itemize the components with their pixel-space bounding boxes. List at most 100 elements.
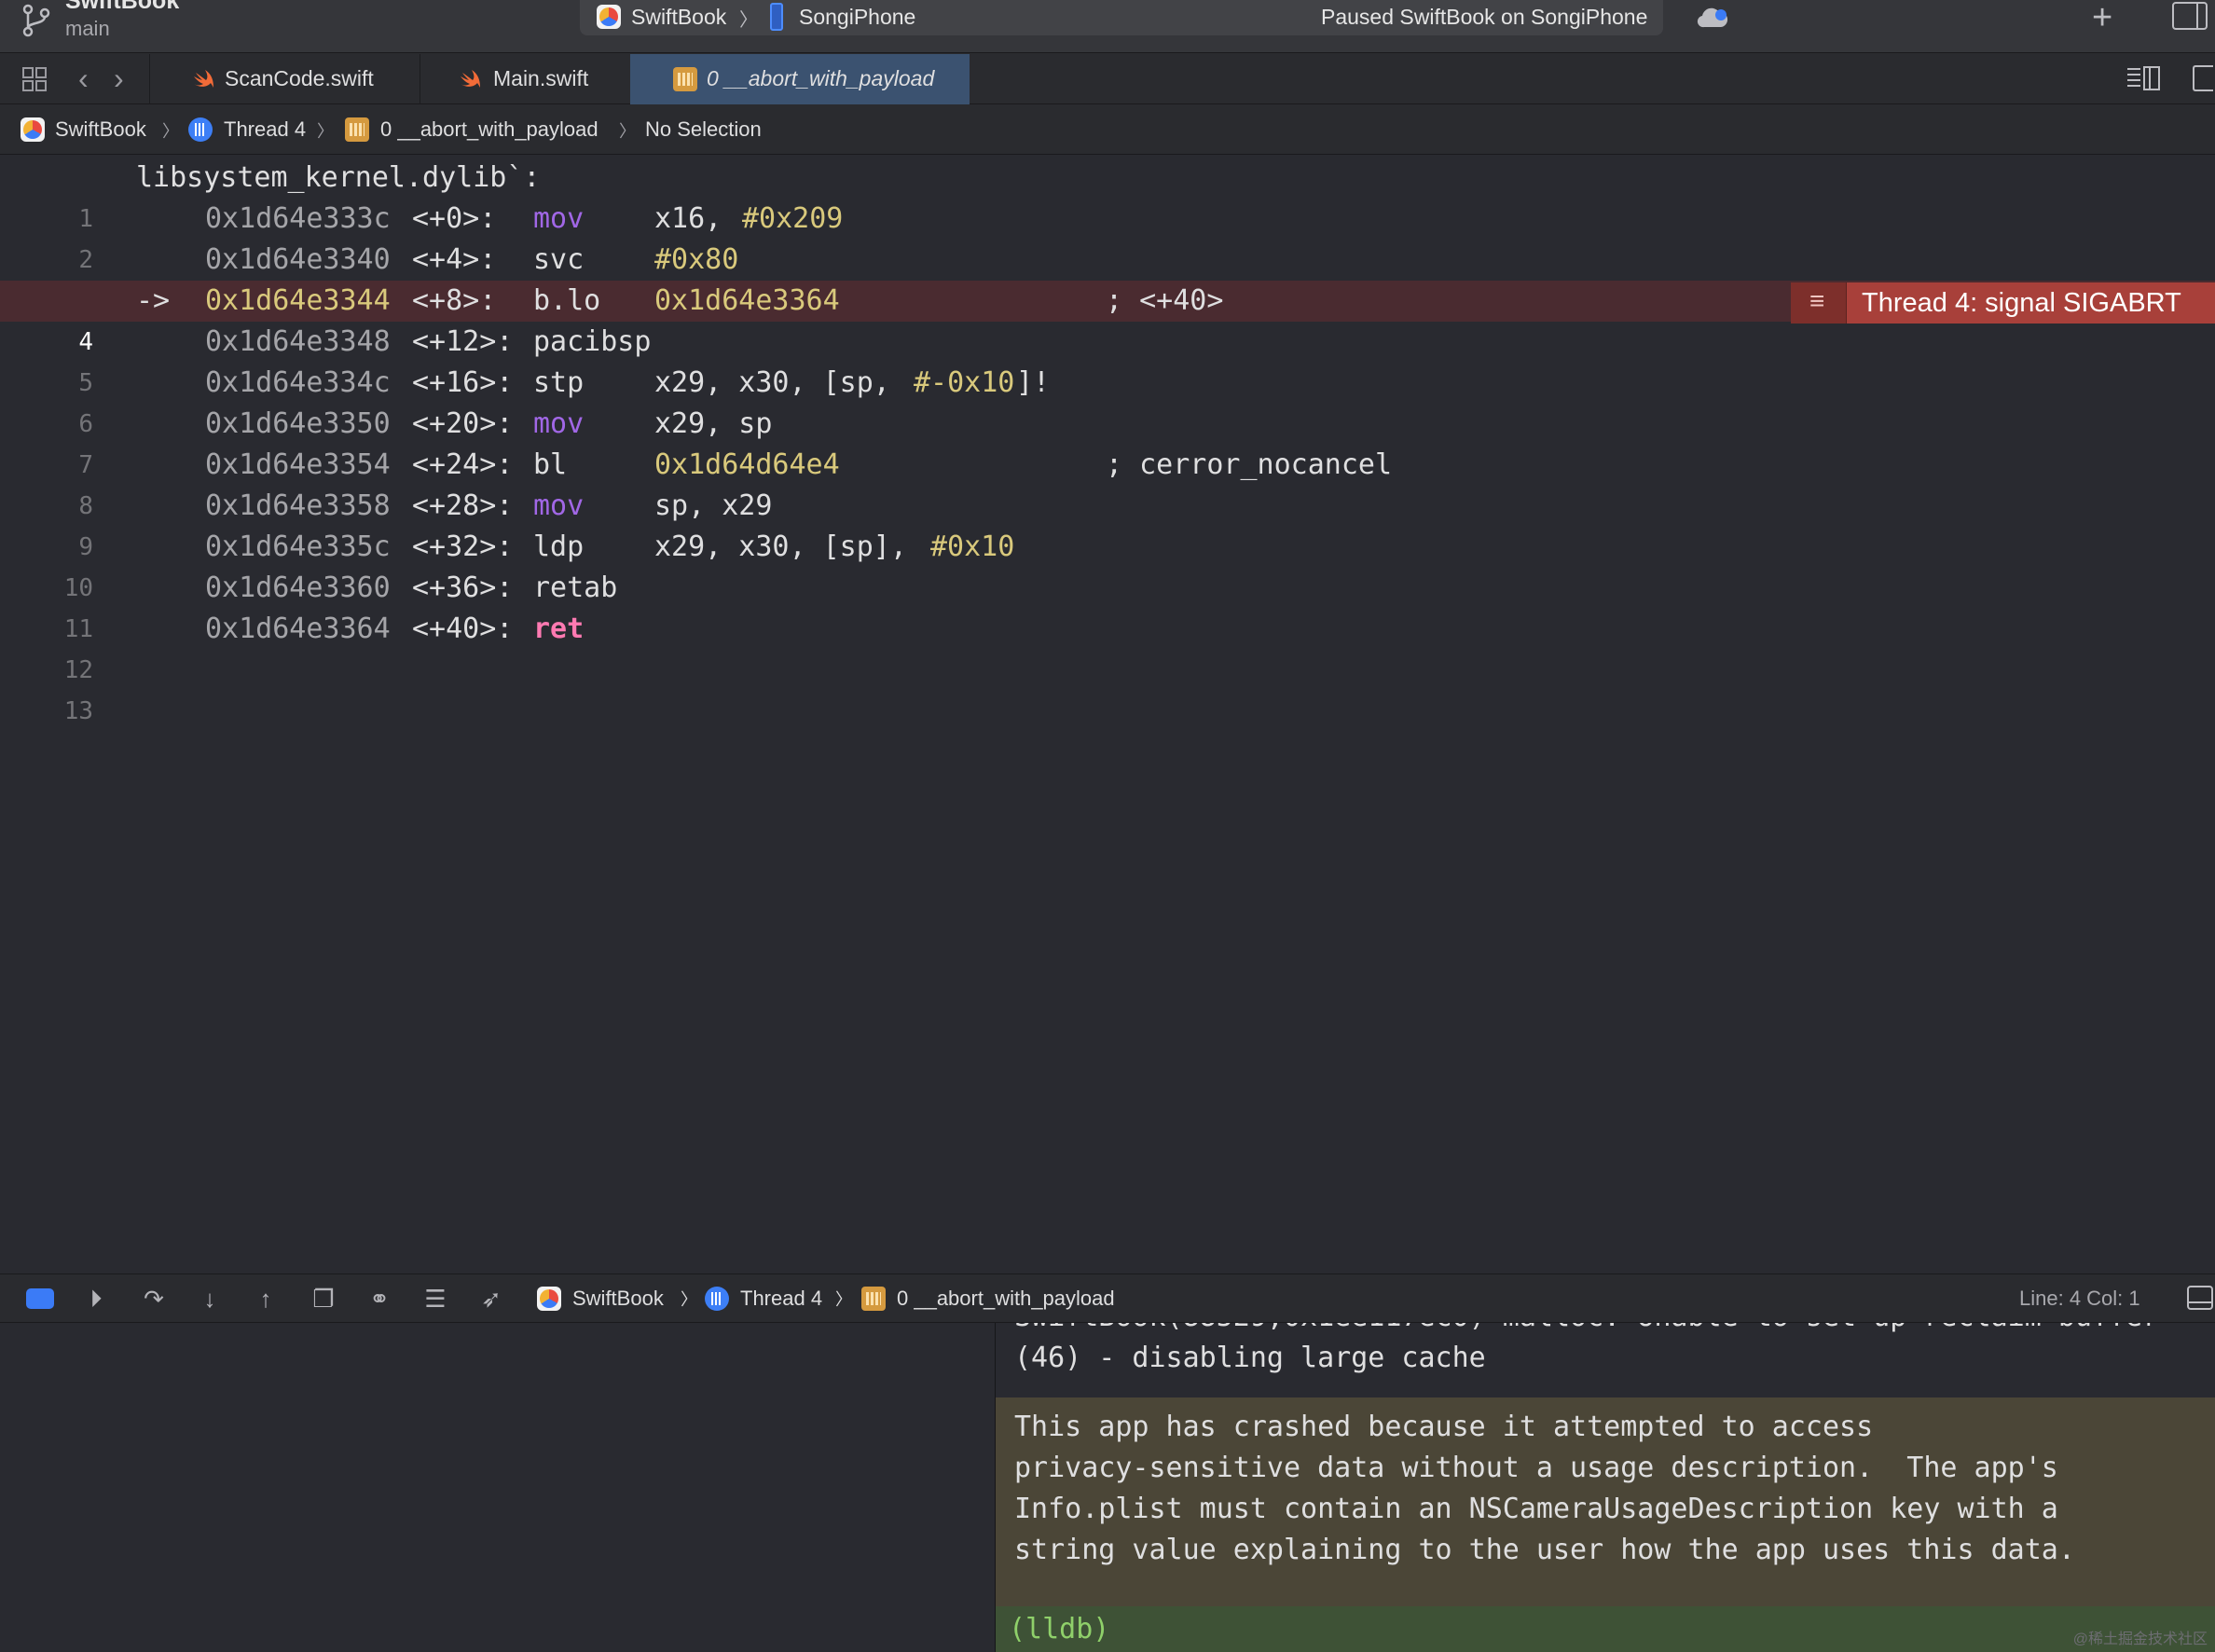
tab-label: Main.swift (493, 66, 589, 90)
chevron-right-icon: 〉 (681, 1290, 697, 1309)
chevron-right-icon: 〉 (162, 122, 179, 141)
app-icon (21, 117, 45, 142)
variables-view[interactable] (0, 1323, 996, 1652)
tab-label: ScanCode.swift (225, 66, 374, 90)
console-line: (46) - disabling large cache (1014, 1342, 1486, 1374)
instruction-offset: <+20>: (412, 407, 514, 440)
swift-file-icon (194, 70, 213, 88)
instruction-operands: x29, x30, [sp, (654, 366, 907, 399)
cloud-status-icon[interactable] (1697, 7, 1730, 29)
project-name[interactable]: SwiftBook (65, 0, 179, 15)
tab-main-swift[interactable]: Main.swift (420, 54, 630, 104)
instruction-immediate: #-0x10 (914, 366, 1015, 399)
watermark: @稀土掘金技术社区 (2072, 1631, 2208, 1647)
project-branch[interactable]: main (65, 17, 110, 41)
inspector-toggle-icon[interactable] (2172, 2, 2208, 30)
stack-frame-icon (861, 1287, 886, 1311)
issue-list-icon[interactable] (1791, 282, 1847, 324)
code-line[interactable]: 5 0x1d64e3348 <+12>: pacibsp (0, 322, 2215, 397)
app-scheme-icon (597, 5, 621, 29)
crash-message-line: string value explaining to the user how … (1014, 1534, 2075, 1566)
editor-options-icon[interactable] (2126, 65, 2161, 91)
code-line[interactable]: 9 0x1d64e3358 <+28>: mov sp, x29 (0, 486, 2215, 561)
navigate-back-icon[interactable]: ‹ (78, 62, 89, 95)
instruction-operands: x29, sp (654, 407, 773, 440)
instruction-offset: <+4>: (412, 243, 497, 276)
environment-overrides-icon[interactable]: ☰ (421, 1285, 449, 1313)
code-line[interactable]: 8 0x1d64e3354 <+24>: bl 0x1d64d64e4 ; ce… (0, 445, 2215, 520)
tab-abort-with-payload[interactable]: 0 __abort_with_payload (630, 54, 970, 104)
line-number: 13 (63, 697, 93, 725)
jumpbar-project[interactable]: SwiftBook (55, 117, 146, 142)
step-over-icon[interactable]: ↷ (140, 1285, 168, 1313)
code-line[interactable]: 1 libsystem_kernel.dylib`: (0, 158, 2215, 233)
instruction-opcode: mov (533, 407, 585, 440)
add-icon[interactable]: + (2092, 0, 2112, 35)
breakpoints-toggle-icon[interactable] (26, 1288, 54, 1309)
code-line[interactable]: 7 0x1d64e3350 <+20>: mov x29, sp (0, 404, 2215, 479)
code-line[interactable]: 2 0x1d64e333c <+0>: mov x16, #0x209 (0, 199, 2215, 274)
instruction-operands-tail: ]! (1016, 366, 1051, 399)
instruction-address: 0x1d64e3350 (205, 407, 391, 440)
code-text: libsystem_kernel.dylib`: (136, 161, 541, 194)
scheme-separator-icon: 〉 (739, 10, 758, 31)
debug-jumpbar-thread[interactable]: Thread 4 (740, 1287, 822, 1311)
instruction-address: 0x1d64e3354 (205, 448, 391, 481)
thread-icon (188, 117, 213, 142)
instruction-immediate: #0x10 (930, 530, 1015, 563)
instruction-opcode: retab (533, 571, 618, 604)
instruction-offset: <+12>: (412, 325, 514, 358)
code-line[interactable]: 10 0x1d64e335c <+32>: ldp x29, x30, [sp]… (0, 527, 2215, 602)
instruction-offset: <+36>: (412, 571, 514, 604)
tab-scancode-swift[interactable]: ScanCode.swift (149, 54, 420, 104)
instruction-opcode: svc (533, 243, 585, 276)
instruction-opcode: b.lo (533, 284, 601, 317)
instruction-address: 0x1d64e335c (205, 530, 391, 563)
simulate-location-icon[interactable]: ➶ (477, 1285, 505, 1313)
crash-message-line: Info.plist must contain an NSCameraUsage… (1014, 1493, 2058, 1525)
instruction-address: 0x1d64e334c (205, 366, 391, 399)
scheme-selector[interactable]: SwiftBook (631, 5, 726, 30)
chevron-right-icon: 〉 (835, 1290, 852, 1309)
instruction-immediate: #0x80 (654, 243, 739, 276)
jumpbar-selection[interactable]: No Selection (645, 117, 762, 142)
crash-message-line: This app has crashed because it attempte… (1014, 1411, 1874, 1443)
memory-graph-icon[interactable]: ⚭ (365, 1285, 393, 1313)
navigate-forward-icon[interactable]: › (114, 62, 124, 95)
code-line[interactable]: 13 (0, 650, 2215, 725)
continue-icon[interactable]: ⏵ (82, 1285, 110, 1313)
jumpbar-frame[interactable]: 0 __abort_with_payload (380, 117, 598, 142)
stack-frame-icon (345, 117, 369, 142)
run-destination-selector[interactable]: SongiPhone (799, 5, 915, 30)
step-out-icon[interactable]: ↑ (252, 1285, 280, 1313)
instruction-address: 0x1d64e3360 (205, 571, 391, 604)
instruction-offset: <+28>: (412, 489, 514, 522)
code-line[interactable]: 6 0x1d64e334c <+16>: stp x29, x30, [sp, … (0, 363, 2215, 438)
code-line[interactable]: 12 0x1d64e3364 <+40>: ret (0, 609, 2215, 684)
instruction-address: 0x1d64e3348 (205, 325, 391, 358)
lldb-prompt: (lldb) (1009, 1613, 1110, 1645)
issue-message: Thread 4: signal SIGABRT (1862, 288, 2181, 318)
program-counter-arrow-icon: -> (136, 284, 171, 317)
jumpbar-thread[interactable]: Thread 4 (224, 117, 306, 142)
view-hierarchy-icon[interactable]: ❐ (310, 1285, 337, 1313)
debug-jumpbar-frame[interactable]: 0 __abort_with_payload (897, 1287, 1115, 1311)
code-line[interactable]: 11 0x1d64e3360 <+36>: retab (0, 568, 2215, 643)
lldb-input[interactable]: (lldb) (996, 1606, 2215, 1652)
instruction-address: 0x1d64e3344 (205, 284, 391, 317)
console-output[interactable]: SwiftBook(88529,0x1ee117ec0) malloc: Una… (996, 1323, 2215, 1652)
instruction-offset: <+16>: (412, 366, 514, 399)
crash-message-line: privacy-sensitive data without a usage d… (1014, 1452, 2058, 1484)
source-control-branch-icon (22, 4, 50, 37)
code-line[interactable]: 3 0x1d64e3340 <+4>: svc #0x80 (0, 240, 2215, 315)
console-toggle-icon[interactable] (2187, 1286, 2213, 1310)
issue-banner[interactable]: Thread 4: signal SIGABRT (1791, 282, 2215, 324)
add-editor-split-icon[interactable] (2193, 65, 2213, 91)
related-items-grid-icon[interactable] (22, 67, 47, 91)
tab-label: 0 __abort_with_payload (707, 66, 935, 90)
activity-status: Paused SwiftBook on SongiPhone (1321, 5, 1648, 29)
line-column-indicator: Line: 4 Col: 1 (2019, 1287, 2140, 1310)
chevron-right-icon: 〉 (619, 122, 636, 141)
step-into-icon[interactable]: ↓ (196, 1285, 224, 1313)
debug-jumpbar-project[interactable]: SwiftBook (572, 1287, 664, 1311)
